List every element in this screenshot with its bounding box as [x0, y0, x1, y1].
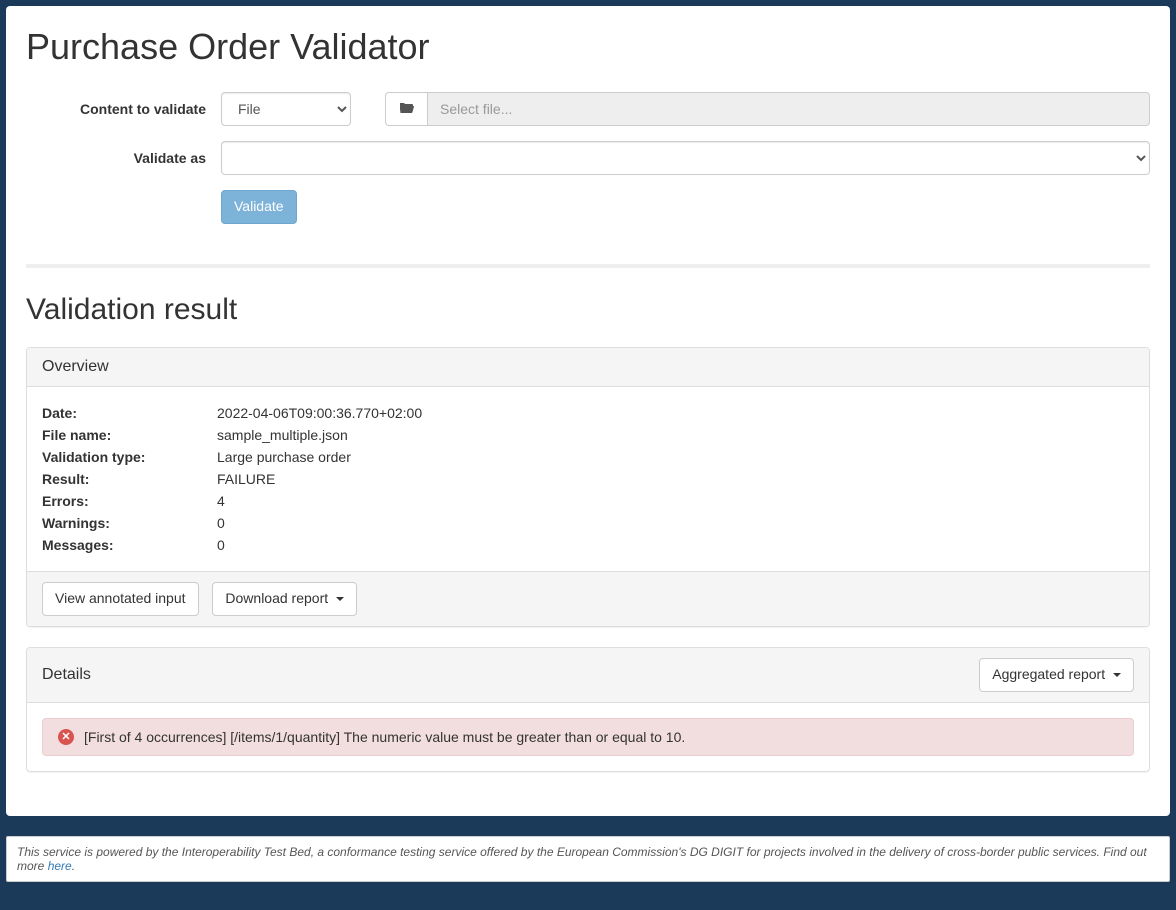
date-value: 2022-04-06T09:00:36.770+02:00 — [217, 405, 1134, 421]
overview-row-result: Result: FAILURE — [42, 468, 1134, 490]
filename-label: File name: — [42, 427, 217, 443]
warnings-value: 0 — [217, 515, 1134, 531]
file-name-display: Select file... — [427, 92, 1150, 126]
date-label: Date: — [42, 405, 217, 421]
overview-panel: Overview Date: 2022-04-06T09:00:36.770+0… — [26, 347, 1150, 627]
overview-row-messages: Messages: 0 — [42, 534, 1134, 556]
footer-text: This service is powered by the Interoper… — [17, 845, 1147, 873]
overview-heading: Overview — [27, 348, 1149, 387]
footer-link[interactable]: here — [48, 859, 72, 873]
messages-value: 0 — [217, 537, 1134, 553]
download-report-button[interactable]: Download report — [212, 582, 357, 616]
details-panel: Details Aggregated report ✕ [First of 4 … — [26, 647, 1150, 772]
errors-label: Errors: — [42, 493, 217, 509]
result-label: Result: — [42, 471, 217, 487]
overview-title-text: Overview — [42, 358, 109, 376]
errors-value: 4 — [217, 493, 1134, 509]
content-to-validate-row: Content to validate File Select file... — [26, 92, 1150, 126]
page-title: Purchase Order Validator — [26, 26, 1150, 68]
filename-value: sample_multiple.json — [217, 427, 1134, 443]
validate-as-select[interactable] — [221, 141, 1150, 175]
download-report-label: Download report — [225, 590, 328, 606]
validate-as-row: Validate as — [26, 141, 1150, 175]
overview-row-valtype: Validation type: Large purchase order — [42, 446, 1134, 468]
file-browse-button[interactable] — [385, 92, 427, 126]
overview-row-errors: Errors: 4 — [42, 490, 1134, 512]
overview-row-warnings: Warnings: 0 — [42, 512, 1134, 534]
details-title-text: Details — [42, 666, 91, 684]
warnings-label: Warnings: — [42, 515, 217, 531]
error-alert[interactable]: ✕ [First of 4 occurrences] [/items/1/qua… — [42, 718, 1134, 756]
result-value: FAILURE — [217, 471, 1134, 487]
section-divider — [26, 264, 1150, 268]
caret-down-icon — [336, 597, 344, 601]
caret-down-icon — [1113, 673, 1121, 677]
footer-suffix: . — [72, 859, 75, 873]
validate-button[interactable]: Validate — [221, 190, 297, 224]
overview-row-date: Date: 2022-04-06T09:00:36.770+02:00 — [42, 402, 1134, 424]
footer-bar: This service is powered by the Interoper… — [6, 836, 1170, 882]
validation-result-heading: Validation result — [26, 293, 1150, 327]
overview-row-filename: File name: sample_multiple.json — [42, 424, 1134, 446]
validate-as-label: Validate as — [26, 150, 221, 166]
aggregated-report-button[interactable]: Aggregated report — [979, 658, 1134, 692]
content-type-select[interactable]: File — [221, 92, 351, 126]
details-heading: Details Aggregated report — [27, 648, 1149, 703]
aggregated-report-label: Aggregated report — [992, 666, 1105, 682]
view-annotated-input-button[interactable]: View annotated input — [42, 582, 199, 616]
messages-label: Messages: — [42, 537, 217, 553]
valtype-value: Large purchase order — [217, 449, 1134, 465]
error-icon: ✕ — [58, 729, 74, 745]
content-to-validate-label: Content to validate — [26, 101, 221, 117]
folder-open-icon — [399, 101, 415, 118]
error-message-text: [First of 4 occurrences] [/items/1/quant… — [84, 729, 685, 745]
valtype-label: Validation type: — [42, 449, 217, 465]
